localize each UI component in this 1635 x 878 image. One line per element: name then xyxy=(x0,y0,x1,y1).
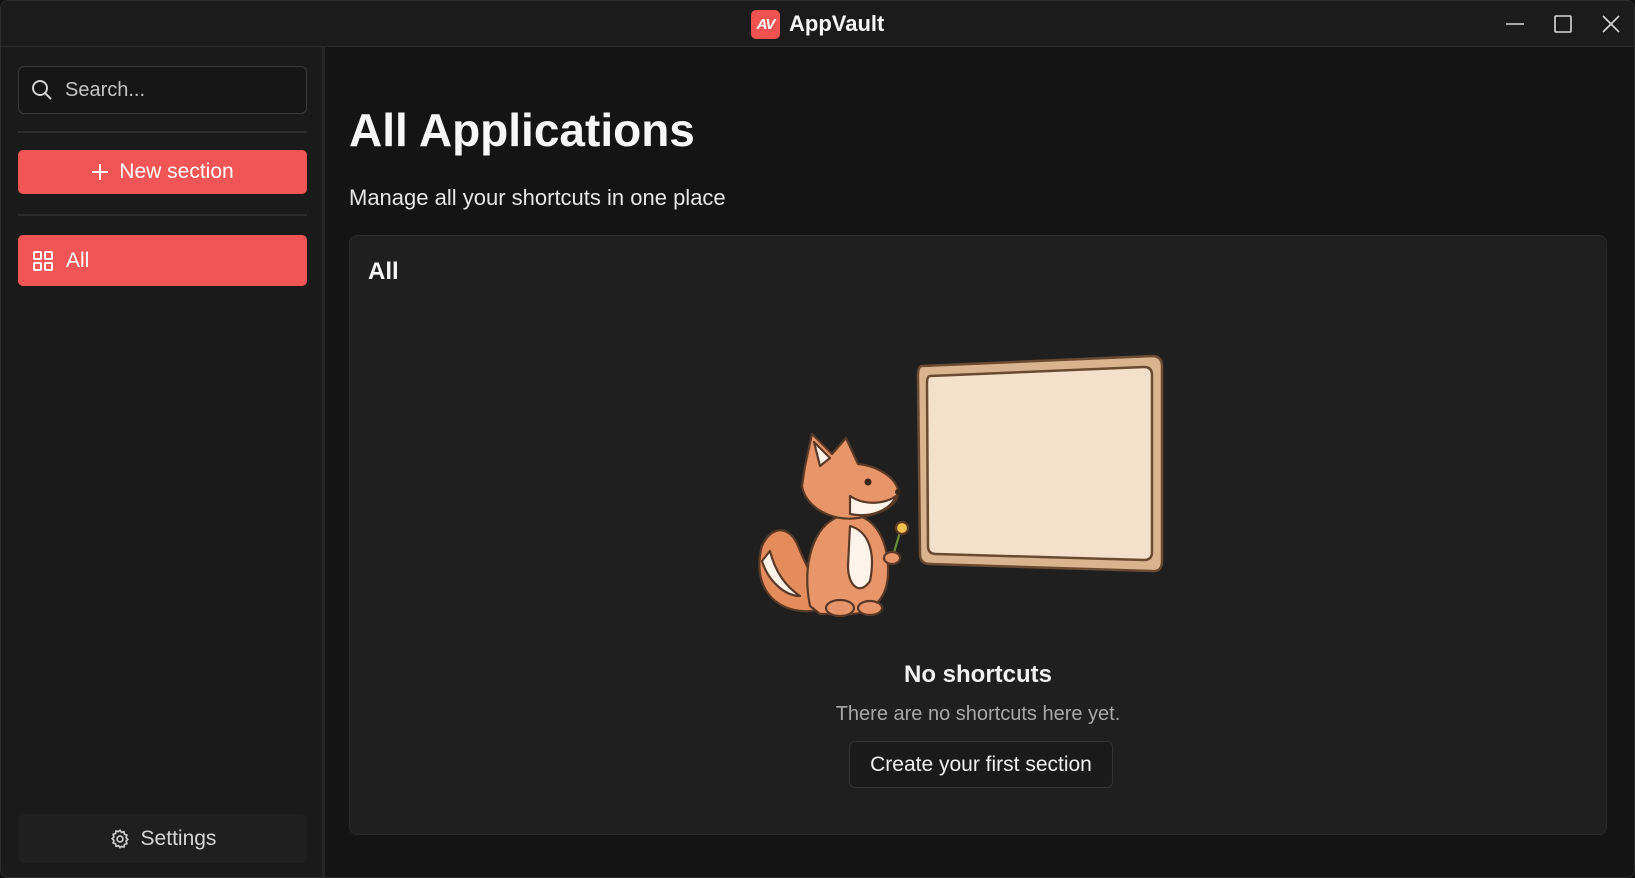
close-icon xyxy=(1602,15,1620,33)
empty-state-description: There are no shortcuts here yet. xyxy=(835,703,1121,725)
create-first-section-button[interactable]: Create your first section xyxy=(849,741,1113,788)
maximize-icon xyxy=(1554,15,1572,33)
fox-icon xyxy=(758,432,910,618)
shortcuts-panel: All No shortcuts There are no shortcuts … xyxy=(349,235,1607,835)
panel-title: All xyxy=(368,258,399,285)
page-title: All Applications xyxy=(349,104,695,156)
settings-label: Settings xyxy=(140,826,217,850)
new-section-label: New section xyxy=(119,160,234,183)
empty-state-title: No shortcuts xyxy=(903,661,1052,688)
search-icon xyxy=(32,80,52,100)
plus-icon xyxy=(92,164,109,180)
app-logo: AV xyxy=(751,9,780,39)
maximize-button[interactable] xyxy=(1539,1,1587,47)
grid-icon xyxy=(33,250,53,271)
title-bar[interactable]: AV AppVault xyxy=(1,1,1634,47)
close-button[interactable] xyxy=(1587,1,1634,47)
gear-icon xyxy=(110,828,129,849)
divider xyxy=(18,214,307,216)
app-title: AppVault xyxy=(789,11,885,36)
sidebar-item-label: All xyxy=(66,248,90,272)
minimize-icon xyxy=(1506,23,1524,25)
search-box[interactable] xyxy=(18,66,307,114)
sidebar-item-all[interactable]: All xyxy=(18,235,307,286)
search-input[interactable] xyxy=(65,78,285,102)
app-window: AV AppVault New section All xyxy=(0,0,1635,878)
sidebar: New section All Settings xyxy=(1,47,325,877)
new-section-button[interactable]: New section xyxy=(18,150,307,194)
divider xyxy=(18,131,307,133)
fox-board-illustration xyxy=(758,354,1164,618)
settings-button[interactable]: Settings xyxy=(18,814,307,863)
main-content: All Applications Manage all your shortcu… xyxy=(328,47,1634,877)
minimize-button[interactable] xyxy=(1491,1,1539,47)
app-branding: AV AppVault xyxy=(751,9,885,39)
page-subtitle: Manage all your shortcuts in one place xyxy=(349,185,726,210)
blank-board-icon xyxy=(916,354,1164,573)
